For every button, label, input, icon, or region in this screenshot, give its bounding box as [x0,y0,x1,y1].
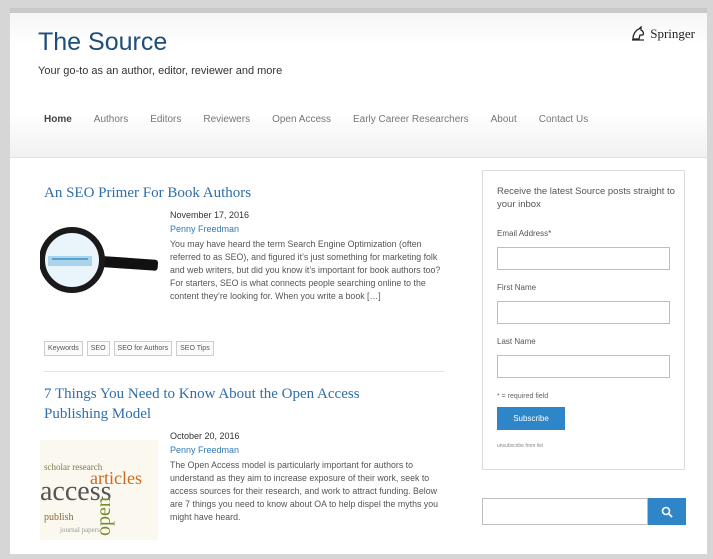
nav-editors[interactable]: Editors [150,114,181,125]
tag-keywords[interactable]: Keywords [44,341,83,356]
post-author[interactable]: Penny Freedman [170,224,239,234]
search-input[interactable] [482,498,648,525]
site-title[interactable]: The Source [38,28,167,57]
first-name-label: First Name [497,283,537,292]
post-divider [44,371,444,372]
post-title-line: 7 Things You Need to Know About the Open… [44,386,360,402]
site-header: The Source Your go-to as an author, edit… [10,8,707,158]
subscribe-button[interactable]: Subscribe [497,407,565,430]
top-bar [10,8,707,13]
nav-about[interactable]: About [491,114,517,125]
first-name-field[interactable] [497,301,670,324]
required-field-note: * = required field [497,393,549,400]
last-name-label: Last Name [497,337,536,346]
post-excerpt: You may have heard the term Search Engin… [170,239,441,301]
page-frame: The Source Your go-to as an author, edit… [10,8,707,554]
nav-open-access[interactable]: Open Access [272,114,331,125]
word-cloud-image: scholar research articles access open pu… [40,440,158,540]
tag-seo-for-authors[interactable]: SEO for Authors [113,341,173,356]
post-tags: Keywords SEO SEO for Authors SEO Tips [44,341,214,356]
search-button[interactable] [648,498,686,525]
springer-logo-text: Springer [650,26,695,41]
nav-home[interactable]: Home [44,114,72,125]
subscribe-heading: Receive the latest Source posts straight… [497,186,675,210]
springer-horse-icon [632,26,645,41]
nav-early-career-researchers[interactable]: Early Career Researchers [353,114,469,125]
nav-contact-us[interactable]: Contact Us [539,114,588,125]
post-title[interactable]: 7 Things You Need to Know About the Open… [44,384,360,424]
unsubscribe-link[interactable]: unsubscribe from list [497,443,543,449]
tag-seo-tips[interactable]: SEO Tips [176,341,214,356]
svg-text:journal papers: journal papers [59,526,100,534]
nav-authors[interactable]: Authors [94,114,128,125]
nav-reviewers[interactable]: Reviewers [203,114,250,125]
post-excerpt: The Open Access model is particularly im… [170,460,438,522]
post-date: October 20, 2016 [170,431,240,441]
last-name-field[interactable] [497,355,670,378]
post-title-line: Publishing Model [44,406,152,422]
subscribe-widget: Receive the latest Source posts straight… [482,170,685,470]
thumb-word: publish [44,512,73,523]
springer-logo[interactable]: Springer [630,26,695,42]
post-date: November 17, 2016 [170,210,250,220]
post-title[interactable]: An SEO Primer For Book Authors [44,183,251,203]
email-field[interactable] [497,247,670,270]
email-label: Email Address* [497,229,552,238]
magnifying-glass-icon [40,220,158,308]
post-thumbnail[interactable] [40,220,158,308]
site-tagline: Your go-to as an author, editor, reviewe… [38,65,283,77]
post-author[interactable]: Penny Freedman [170,445,239,455]
post-thumbnail[interactable]: scholar research articles access open pu… [40,440,158,540]
main-nav: Home Authors Editors Reviewers Open Acce… [44,114,610,125]
search-icon [661,506,673,518]
tag-seo[interactable]: SEO [86,341,110,356]
